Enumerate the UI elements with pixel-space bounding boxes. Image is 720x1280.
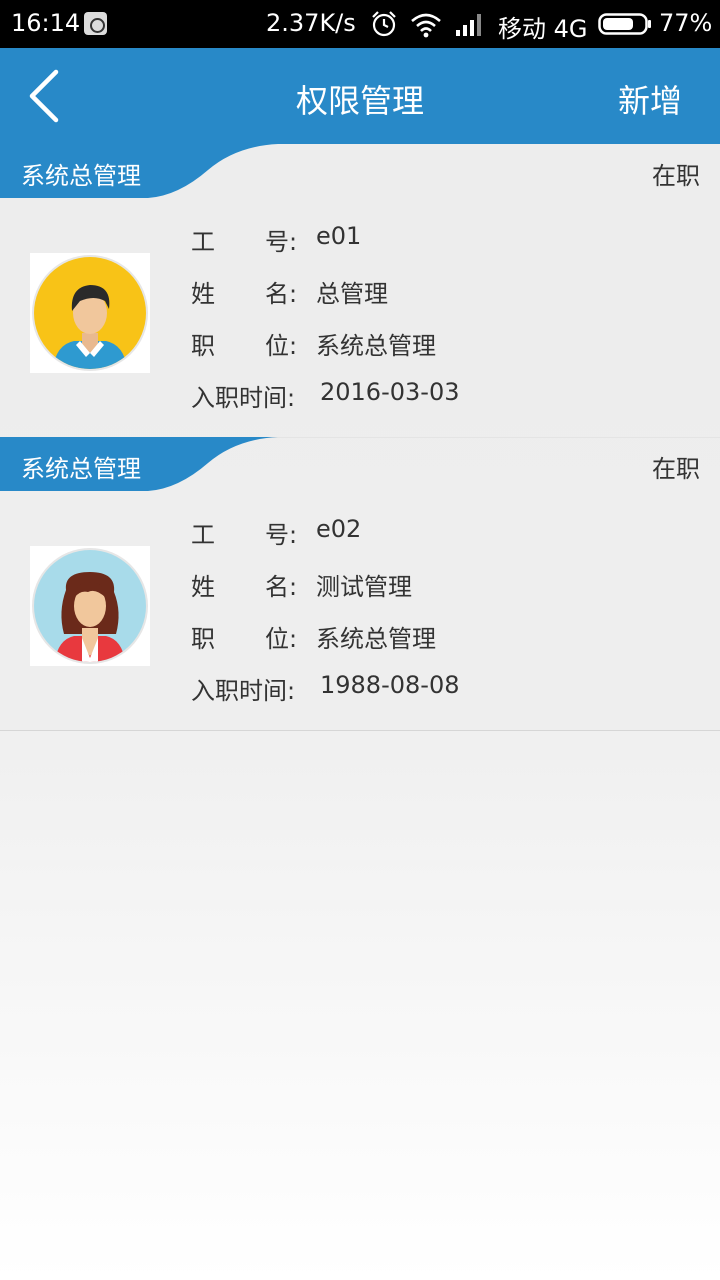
signal-icon xyxy=(456,14,481,36)
app-header: 权限管理 新增 xyxy=(0,48,720,144)
role-label: 系统总管理 xyxy=(21,455,141,483)
alarm-icon xyxy=(372,11,396,37)
role-label: 系统总管理 xyxy=(21,162,141,190)
employee-position-value: 系统总管理 xyxy=(316,332,436,360)
male-avatar-icon xyxy=(30,253,150,373)
employee-hire-date-value: 1988-08-08 xyxy=(320,671,460,699)
employee-card[interactable]: 系统总管理 在职 工 号: e02 姓 名: 测试管理 职 位: 系统总管理 入… xyxy=(0,437,720,731)
employee-position-label-end: 位: xyxy=(265,332,298,360)
chevron-left-icon xyxy=(29,69,59,123)
employee-name-label-start: 姓 xyxy=(191,573,215,601)
employee-hire-date-label: 入职时间: xyxy=(191,677,296,705)
employee-id-value: e02 xyxy=(316,515,362,543)
employee-position-label-start: 职 xyxy=(191,332,215,360)
employee-card[interactable]: 系统总管理 在职 工 号: e01 姓 名: 总管理 职 位: 系统总管理 入职… xyxy=(0,144,720,438)
battery-percent: 77% xyxy=(659,9,713,37)
employee-hire-date-value: 2016-03-03 xyxy=(320,378,460,406)
employee-name-value: 总管理 xyxy=(316,280,388,308)
status-time: 16:14 xyxy=(11,9,81,37)
role-tab: 系统总管理 xyxy=(0,437,280,491)
employee-id-label-end: 号: xyxy=(265,521,298,549)
employee-hire-date-label: 入职时间: xyxy=(191,384,296,412)
employee-name-value: 测试管理 xyxy=(316,573,412,601)
employee-id-label-start: 工 xyxy=(191,521,215,549)
female-avatar-icon xyxy=(30,546,150,666)
employee-name-label-end: 名: xyxy=(265,573,298,601)
employee-position-label-end: 位: xyxy=(265,625,298,653)
app-notification-icon xyxy=(84,12,107,35)
add-button[interactable]: 新增 xyxy=(618,76,682,122)
employee-name-label-end: 名: xyxy=(265,280,298,308)
page-title: 权限管理 xyxy=(295,82,424,120)
status-label: 在职 xyxy=(652,162,700,190)
network-speed: 2.37K/s xyxy=(266,9,356,37)
employee-id-label-end: 号: xyxy=(265,228,298,256)
wifi-icon xyxy=(411,13,441,38)
status-bar: 16:14 2.37K/s 移动 4G 77% xyxy=(0,0,720,48)
employee-id-label-start: 工 xyxy=(191,228,215,256)
employee-position-label-start: 职 xyxy=(191,625,215,653)
back-button[interactable] xyxy=(18,66,78,126)
employee-position-value: 系统总管理 xyxy=(316,625,436,653)
status-label: 在职 xyxy=(652,455,700,483)
employee-id-value: e01 xyxy=(316,222,362,250)
battery-icon xyxy=(598,13,651,35)
carrier-label: 移动 4G xyxy=(498,15,588,43)
role-tab: 系统总管理 xyxy=(0,144,280,198)
employee-name-label-start: 姓 xyxy=(191,280,215,308)
